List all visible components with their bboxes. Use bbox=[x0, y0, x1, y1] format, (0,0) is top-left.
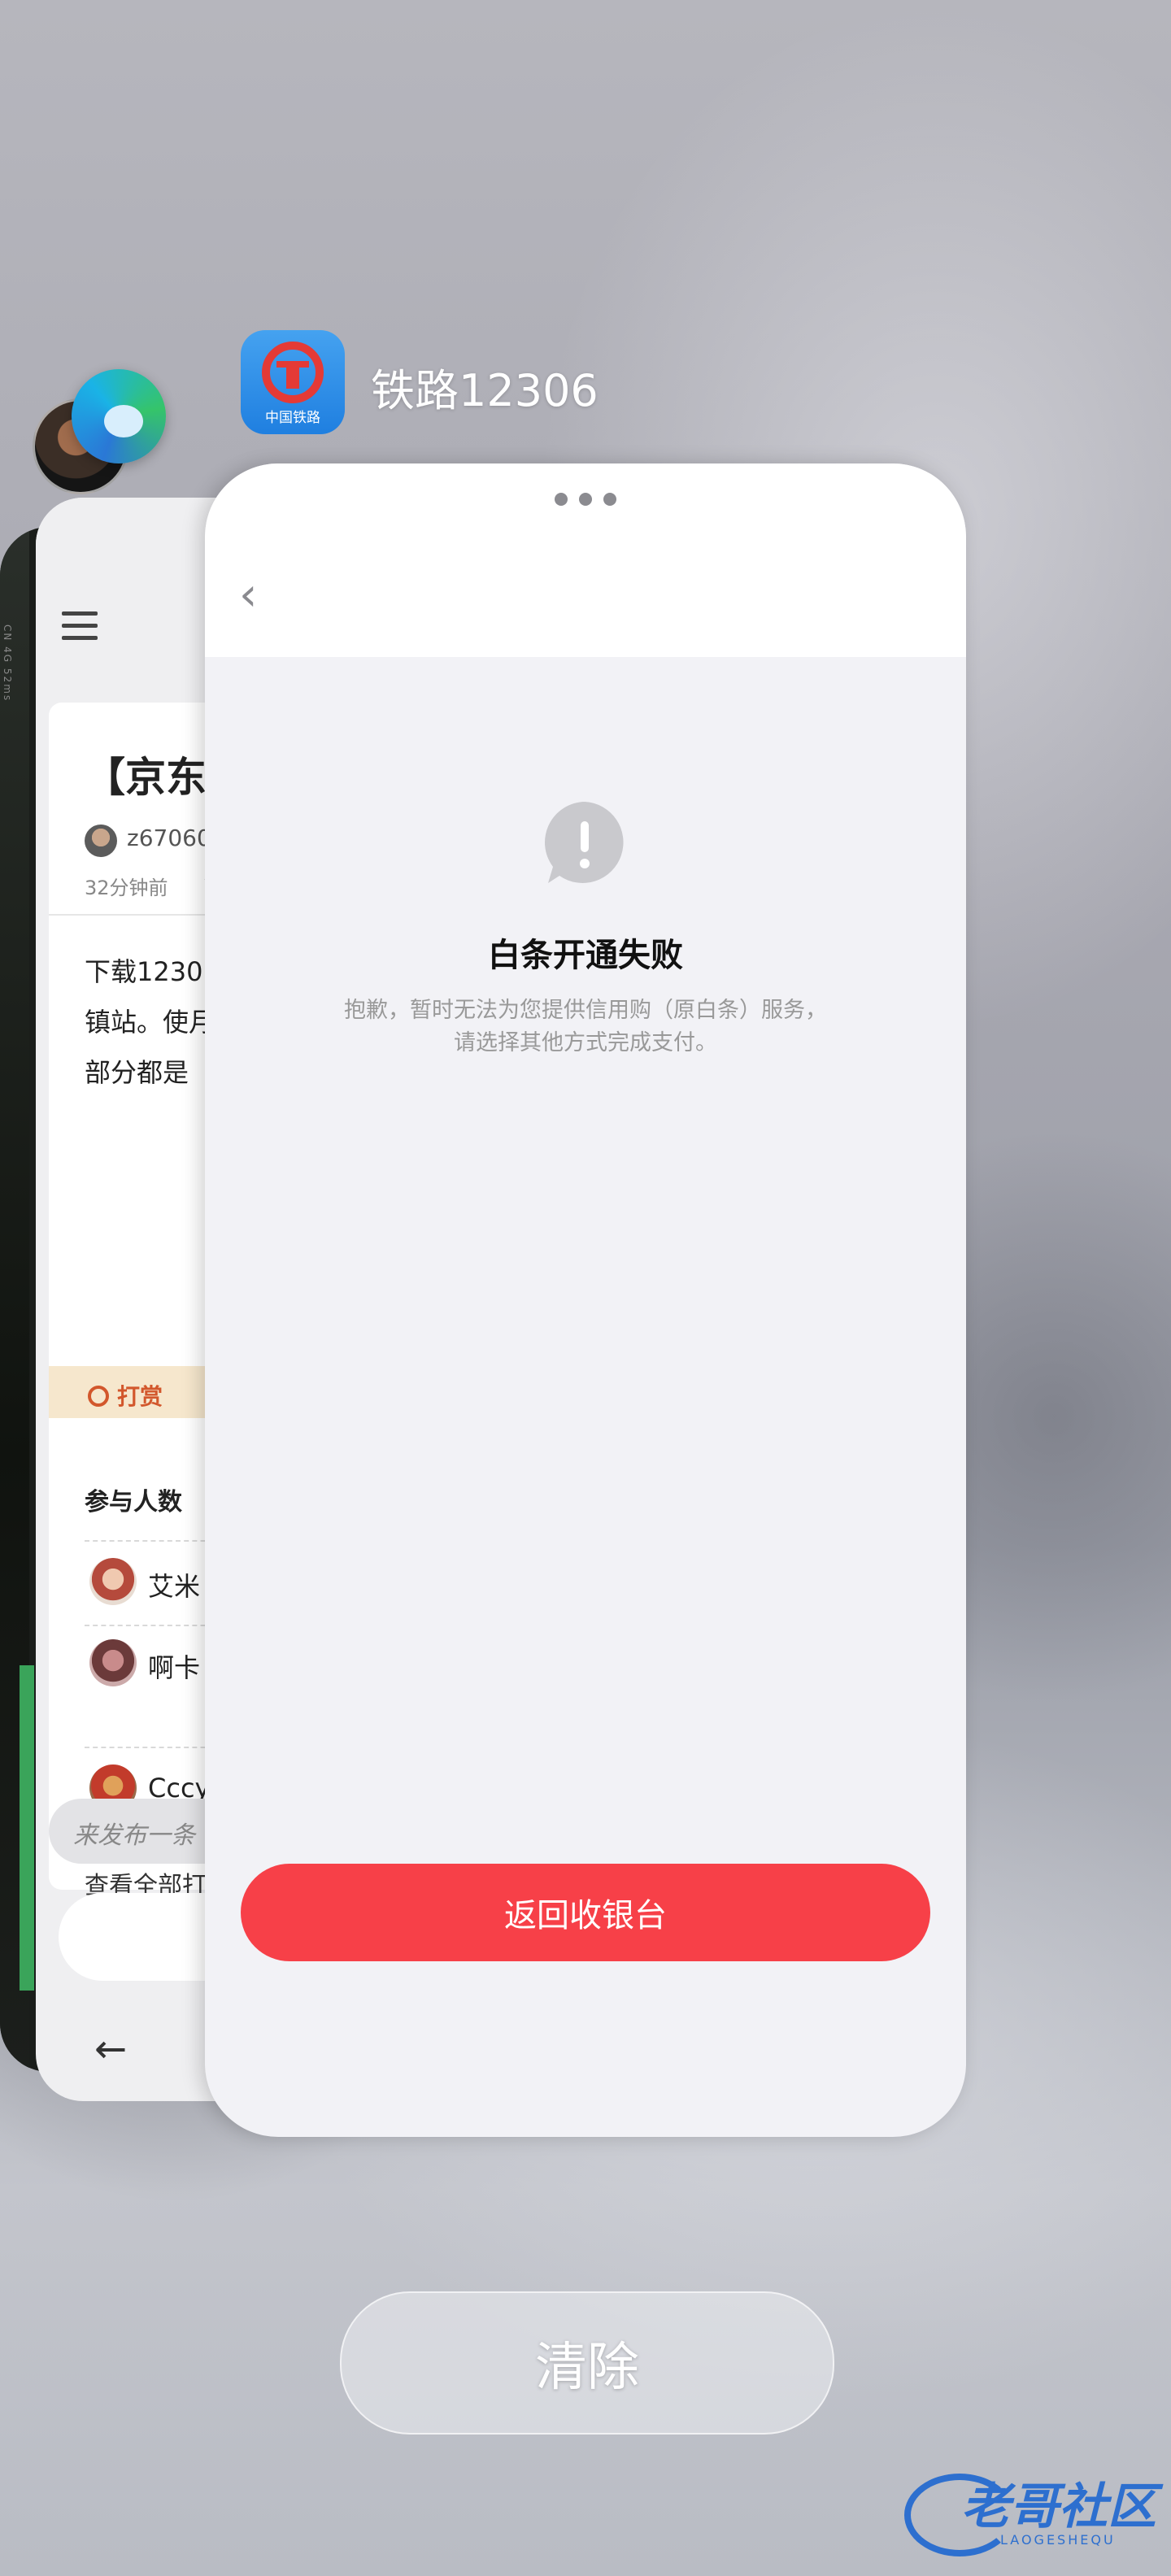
body-line: 部分都是 bbox=[85, 1057, 189, 1088]
game-status-text: CN 4G 52ms bbox=[2, 624, 13, 703]
author-avatar bbox=[85, 825, 117, 857]
watermark-text: 老哥社区 bbox=[961, 2478, 1156, 2535]
failure-message: 抱歉，暂时无法为您提供信用购（原白条）服务， bbox=[344, 998, 827, 1023]
article-title: 【京东 bbox=[85, 754, 207, 801]
arrow-left-icon[interactable]: ← bbox=[94, 2026, 127, 2072]
body-line: 镇站。使月 bbox=[85, 1007, 215, 1038]
more-dots-icon[interactable] bbox=[555, 493, 620, 509]
failure-title: 白条开通失败 bbox=[488, 937, 683, 974]
avatar bbox=[89, 1639, 137, 1686]
reward-icon bbox=[88, 1386, 109, 1407]
app-icon-caption: 中国铁路 bbox=[265, 410, 320, 426]
participant-name: 艾米 bbox=[148, 1571, 201, 1602]
return-to-checkout-button[interactable]: 返回收银台 bbox=[241, 1864, 930, 1961]
exclamation-bubble-icon bbox=[544, 802, 624, 883]
menu-icon[interactable] bbox=[62, 611, 98, 641]
game-ui-bar bbox=[20, 1665, 34, 1991]
reward-button[interactable]: 打赏 bbox=[88, 1379, 163, 1412]
browser-app-icon[interactable] bbox=[72, 369, 166, 463]
author-name[interactable]: z67060 bbox=[127, 825, 211, 851]
watermark-logo: 老哥社区 LAOGESHEQU bbox=[904, 2467, 1156, 2556]
chevron-left-icon[interactable]: ‹ bbox=[239, 572, 257, 618]
article-body: 下载1230 镇站。使月 部分都是 bbox=[85, 946, 215, 1098]
railway-app-icon[interactable]: 中国铁路 bbox=[241, 330, 345, 434]
failure-message: 请选择其他方式完成支付。 bbox=[454, 1030, 717, 1055]
participants-label: 参与人数 bbox=[85, 1488, 182, 1516]
avatar bbox=[89, 1558, 137, 1605]
reward-label: 打赏 bbox=[117, 1383, 163, 1410]
app-name: 铁路12306 bbox=[371, 365, 599, 416]
railway-logo-icon bbox=[262, 342, 324, 403]
comment-placeholder: 来发布一条 bbox=[73, 1821, 195, 1850]
recent-app-card-12306[interactable]: ‹ 白条开通失败 抱歉，暂时无法为您提供信用购（原白条）服务， 请选择其他方式完… bbox=[205, 463, 966, 2137]
clear-all-button[interactable]: 清除 bbox=[340, 2291, 834, 2435]
body-line: 下载1230 bbox=[85, 956, 203, 987]
watermark-subtext: LAOGESHEQU bbox=[1000, 2532, 1116, 2548]
participant-name: 啊卡 bbox=[148, 1652, 201, 1683]
post-time: 32分钟前 bbox=[85, 877, 168, 899]
